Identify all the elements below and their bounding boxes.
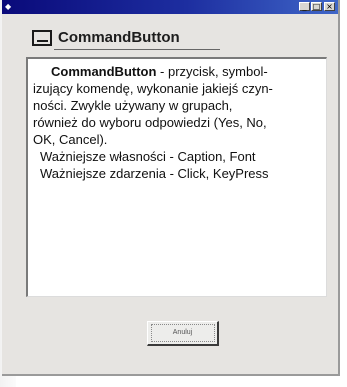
commandbutton-icon <box>32 30 52 46</box>
dialog-window: ◆ _ □ × CommandButton CommandButton - pr… <box>2 0 340 376</box>
app-icon[interactable]: ◆ <box>5 2 13 11</box>
events-line: Ważniejsze zdarzenia - Click, KeyPress <box>40 166 269 181</box>
description-term: CommandButton <box>51 64 157 79</box>
section-title: CommandButton <box>58 29 180 46</box>
description-line: również do wyboru odpowiedzi (Yes, No, <box>33 115 267 130</box>
cancel-button[interactable]: Anuluj <box>147 321 219 346</box>
maximize-button[interactable]: □ <box>311 2 322 11</box>
minimize-button[interactable]: _ <box>299 2 310 11</box>
description-line: CommandButton - przycisk, symbol- <box>51 64 268 79</box>
description-line: ności. Zwykle używany w grupach, <box>33 98 233 113</box>
properties-line: Ważniejsze własności - Caption, Font <box>40 149 256 164</box>
description-textbox[interactable]: CommandButton - przycisk, symbol- izując… <box>26 57 327 297</box>
close-button[interactable]: × <box>324 2 335 11</box>
title-bar: ◆ _ □ × <box>2 0 338 14</box>
title-underline <box>54 49 220 50</box>
section-header: CommandButton <box>32 28 220 52</box>
description-line: izujący komendę, wykonanie jakiejś czyn- <box>33 81 273 96</box>
description-line: OK, Cancel). <box>33 132 108 147</box>
